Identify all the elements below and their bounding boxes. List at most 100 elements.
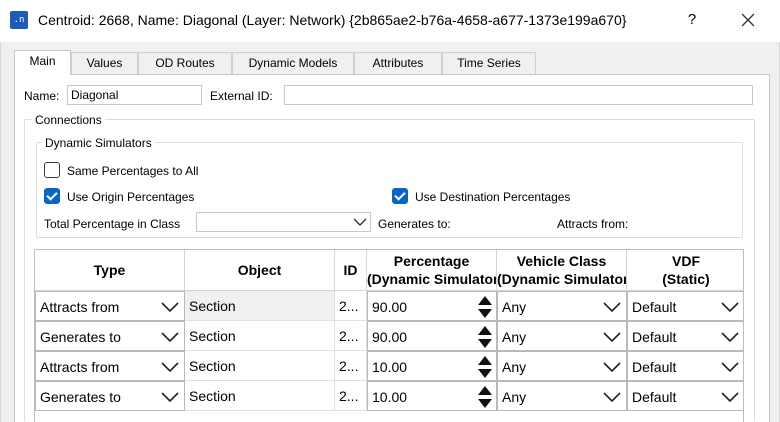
column-header-type[interactable]: Type <box>35 250 185 291</box>
vdf-value: Default <box>632 329 677 345</box>
spinner-arrows-icon[interactable] <box>477 324 493 350</box>
connections-grid: Type Object ID Percentage (Dynamic Simul… <box>34 249 744 422</box>
vehicle-class-combo[interactable]: Any <box>497 291 627 321</box>
use-destination-percentages-checkbox[interactable] <box>392 188 408 204</box>
object-cell[interactable]: Section <box>185 381 335 411</box>
object-cell[interactable]: Section <box>185 321 335 351</box>
title-bar: .n Centroid: 2668, Name: Diagonal (Layer… <box>0 0 780 42</box>
app-icon: .n <box>10 11 28 29</box>
id-cell[interactable]: 2... <box>335 321 367 351</box>
generates-to-label: Generates to: <box>378 217 451 231</box>
column-header-type-text: Type <box>93 262 126 278</box>
external-id-field[interactable] <box>284 85 753 105</box>
column-header-vdf-line1: VDF <box>672 253 700 269</box>
vehicle-class-combo[interactable]: Any <box>497 381 627 411</box>
id-value: 2... <box>339 298 359 314</box>
vdf-value: Default <box>632 299 677 315</box>
type-value: Generates to <box>40 329 121 345</box>
id-cell[interactable]: 2... <box>335 381 367 411</box>
id-cell[interactable]: 2... <box>335 291 367 321</box>
object-value: Section <box>189 388 236 404</box>
chevron-down-icon <box>603 362 621 373</box>
column-header-vehicle-class[interactable]: Vehicle Class (Dynamic Simulators) <box>497 250 627 291</box>
use-origin-percentages-checkbox[interactable] <box>44 188 60 204</box>
total-percentage-label: Total Percentage in Class <box>44 217 181 231</box>
vdf-combo[interactable]: Default <box>627 291 743 321</box>
use-destination-percentages-label: Use Destination Percentages <box>415 190 571 204</box>
tab-values[interactable]: Values <box>71 52 138 74</box>
vehicle-class-value: Any <box>502 359 527 375</box>
window-title: Centroid: 2668, Name: Diagonal (Layer: N… <box>38 12 627 28</box>
object-value: Section <box>189 298 236 314</box>
vehicle-class-value: Any <box>502 329 527 345</box>
name-label: Name: <box>24 89 60 103</box>
type-value: Generates to <box>40 389 121 405</box>
same-percentages-checkbox[interactable] <box>44 162 60 178</box>
tab-od-routes[interactable]: OD Routes <box>138 52 232 74</box>
tab-dynamic-models[interactable]: Dynamic Models <box>232 52 354 74</box>
chevron-down-icon <box>721 362 739 373</box>
spinner-arrows-icon[interactable] <box>477 354 493 380</box>
connections-label: Connections <box>32 113 105 127</box>
close-button[interactable] <box>734 6 762 34</box>
column-header-percentage[interactable]: Percentage (Dynamic Simulators) <box>367 250 497 291</box>
percentage-spinbox[interactable]: 10.00 <box>367 351 497 381</box>
type-combo[interactable]: Generates to <box>35 381 185 411</box>
chevron-down-icon <box>721 332 739 343</box>
chevron-down-icon <box>603 392 621 403</box>
tab-attributes[interactable]: Attributes <box>354 52 442 74</box>
object-value: Section <box>189 358 236 374</box>
chevron-down-icon <box>161 302 179 313</box>
id-cell[interactable]: 2... <box>335 351 367 381</box>
type-combo[interactable]: Attracts from <box>35 351 185 381</box>
vehicle-class-value: Any <box>502 299 527 315</box>
vdf-value: Default <box>632 389 677 405</box>
use-origin-percentages-label: Use Origin Percentages <box>67 190 195 204</box>
tab-main[interactable]: Main <box>14 50 71 75</box>
type-combo[interactable]: Attracts from <box>35 291 185 321</box>
percentage-spinbox[interactable]: 90.00 <box>367 321 497 351</box>
tab-time-series[interactable]: Time Series <box>442 52 536 74</box>
object-cell[interactable]: Section <box>185 351 335 381</box>
total-percentage-combo[interactable] <box>196 212 371 232</box>
id-value: 2... <box>339 388 359 404</box>
vdf-value: Default <box>632 359 677 375</box>
close-icon <box>741 13 755 27</box>
percentage-value: 90.00 <box>372 299 408 315</box>
chevron-down-icon <box>353 218 367 226</box>
percentage-spinbox[interactable]: 90.00 <box>367 291 497 321</box>
column-header-vdf-line2: (Static) <box>662 271 710 287</box>
type-combo[interactable]: Generates to <box>35 321 185 351</box>
object-value: Section <box>189 328 236 344</box>
vehicle-class-value: Any <box>502 389 527 405</box>
vehicle-class-combo[interactable]: Any <box>497 351 627 381</box>
chevron-down-icon <box>721 392 739 403</box>
percentage-value: 10.00 <box>372 389 408 405</box>
column-header-object-text: Object <box>237 262 282 278</box>
chevron-down-icon <box>603 332 621 343</box>
chevron-down-icon <box>603 302 621 313</box>
vdf-combo[interactable]: Default <box>627 351 743 381</box>
object-cell[interactable]: Section <box>185 291 335 321</box>
percentage-value: 90.00 <box>372 329 408 345</box>
same-percentages-label: Same Percentages to All <box>67 164 199 178</box>
name-field[interactable]: Diagonal <box>67 85 202 105</box>
help-button[interactable]: ? <box>678 6 706 34</box>
column-header-id[interactable]: ID <box>335 250 367 291</box>
attracts-from-label: Attracts from: <box>557 217 629 231</box>
spinner-arrows-icon[interactable] <box>477 294 493 320</box>
spinner-arrows-icon[interactable] <box>477 384 493 410</box>
column-header-id-text: ID <box>343 262 358 278</box>
vehicle-class-combo[interactable]: Any <box>497 321 627 351</box>
column-header-vdf[interactable]: VDF (Static) <box>627 250 743 291</box>
chevron-down-icon <box>721 302 739 313</box>
chevron-down-icon <box>161 332 179 343</box>
vdf-combo[interactable]: Default <box>627 381 743 411</box>
vdf-combo[interactable]: Default <box>627 321 743 351</box>
percentage-spinbox[interactable]: 10.00 <box>367 381 497 411</box>
column-header-percentage-line2: (Dynamic Simulators) <box>367 271 497 287</box>
chevron-down-icon <box>161 362 179 373</box>
column-header-object[interactable]: Object <box>185 250 335 291</box>
id-value: 2... <box>339 358 359 374</box>
percentage-value: 10.00 <box>372 359 408 375</box>
